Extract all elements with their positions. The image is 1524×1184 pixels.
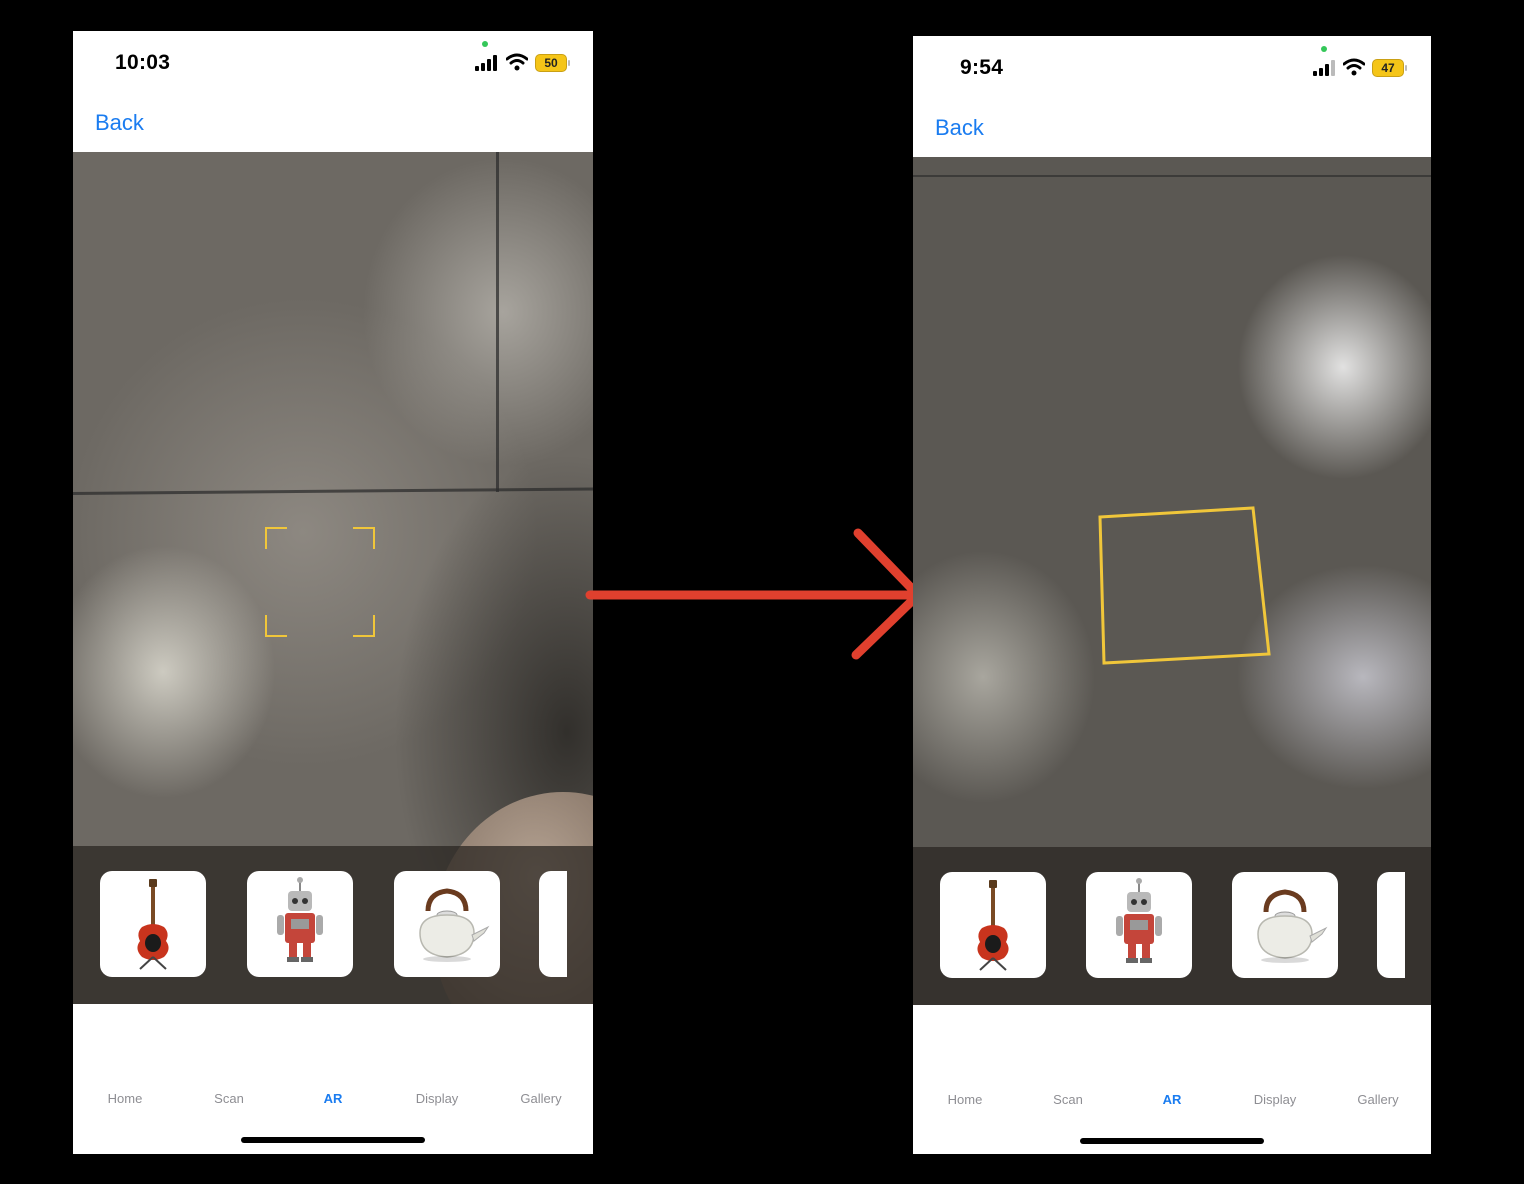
model-card-guitar[interactable] bbox=[940, 872, 1046, 978]
camera-indicator-dot bbox=[482, 41, 488, 47]
model-picker-tray[interactable] bbox=[73, 846, 593, 1004]
camera-indicator-dot bbox=[1321, 46, 1327, 52]
robot-icon bbox=[1116, 878, 1162, 963]
cellular-signal-icon bbox=[475, 55, 497, 71]
tab-display[interactable]: Display bbox=[385, 1091, 489, 1106]
battery-indicator: 50 bbox=[535, 54, 570, 72]
phone-screen-before: 10:03 50 Back Home Scan AR Display Galle… bbox=[73, 31, 593, 1154]
tab-display[interactable]: Display bbox=[1223, 1092, 1327, 1107]
tab-ar[interactable]: AR bbox=[1120, 1092, 1224, 1107]
focus-reticle-corner bbox=[265, 527, 287, 549]
guitar-icon bbox=[137, 879, 169, 970]
model-card-robot[interactable] bbox=[247, 871, 353, 977]
model-card-partial[interactable] bbox=[1377, 872, 1405, 978]
wifi-icon bbox=[506, 53, 528, 71]
robot-icon bbox=[277, 877, 323, 962]
model-card-robot[interactable] bbox=[1086, 872, 1192, 978]
battery-nub bbox=[568, 60, 570, 66]
focus-reticle-corner bbox=[353, 527, 375, 549]
tab-gallery[interactable]: Gallery bbox=[1326, 1092, 1430, 1107]
battery-indicator: 47 bbox=[1372, 59, 1407, 77]
status-time: 9:54 bbox=[960, 56, 1004, 79]
model-picker-tray[interactable] bbox=[913, 847, 1431, 1005]
tab-home[interactable]: Home bbox=[913, 1092, 1017, 1107]
phone-screen-after: 9:54 47 Back Home Scan AR Display Galler… bbox=[913, 36, 1431, 1154]
home-indicator bbox=[241, 1137, 425, 1143]
home-indicator bbox=[1080, 1138, 1264, 1144]
tab-bar: Home Scan AR Display Gallery bbox=[73, 1004, 593, 1154]
back-button[interactable]: Back bbox=[935, 115, 984, 141]
tab-scan[interactable]: Scan bbox=[1016, 1092, 1120, 1107]
cellular-signal-icon bbox=[1313, 60, 1335, 76]
tab-bar: Home Scan AR Display Gallery bbox=[913, 1005, 1431, 1154]
back-button[interactable]: Back bbox=[95, 110, 144, 136]
tab-home[interactable]: Home bbox=[73, 1091, 177, 1106]
tab-scan[interactable]: Scan bbox=[177, 1091, 281, 1106]
focus-reticle-corner bbox=[353, 615, 375, 637]
tab-gallery[interactable]: Gallery bbox=[489, 1091, 593, 1106]
model-card-kettle[interactable] bbox=[1232, 872, 1338, 978]
model-card-partial[interactable] bbox=[539, 871, 567, 977]
model-card-kettle[interactable] bbox=[394, 871, 500, 977]
tile-seam bbox=[496, 152, 499, 492]
kettle-icon bbox=[1257, 889, 1328, 963]
battery-level: 50 bbox=[544, 56, 558, 70]
battery-nub bbox=[1405, 65, 1407, 71]
kettle-icon bbox=[419, 888, 490, 962]
status-time: 10:03 bbox=[115, 51, 171, 74]
arrow-right-icon bbox=[585, 528, 923, 660]
status-bar: 10:03 50 bbox=[73, 31, 593, 101]
wifi-icon bbox=[1343, 58, 1365, 76]
model-card-guitar[interactable] bbox=[100, 871, 206, 977]
battery-level: 47 bbox=[1381, 61, 1395, 75]
status-bar: 9:54 47 bbox=[913, 36, 1431, 106]
guitar-icon bbox=[977, 880, 1009, 971]
tab-ar[interactable]: AR bbox=[281, 1091, 385, 1106]
focus-reticle-corner bbox=[265, 615, 287, 637]
